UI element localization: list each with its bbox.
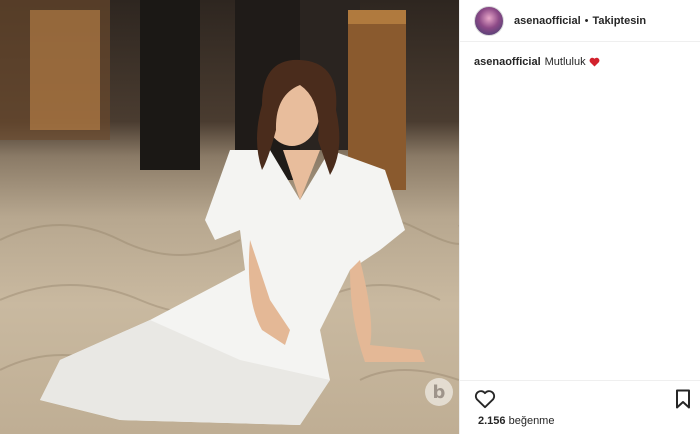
red-heart-emoji-icon: [589, 57, 600, 67]
post-photo[interactable]: [0, 0, 459, 434]
likes-number: 2.156: [478, 415, 506, 427]
post-caption: asenaofficial Mutluluk: [474, 56, 600, 68]
likes-label: beğenme: [508, 415, 555, 427]
bookmark-icon[interactable]: [675, 389, 691, 409]
header-username[interactable]: asenaofficial: [514, 15, 581, 27]
post-header: asenaofficial • Takiptesin: [460, 0, 700, 42]
watermark-logo: b: [425, 378, 453, 406]
heart-outline-icon[interactable]: [474, 389, 496, 409]
follow-status[interactable]: Takiptesin: [593, 15, 647, 27]
avatar[interactable]: [474, 5, 504, 36]
post-actions: 2.156 beğenme: [460, 380, 700, 434]
header-separator: •: [584, 14, 589, 27]
post-photo-illustration: [0, 0, 459, 425]
post-side-panel: asenaofficial • Takiptesin asenaofficial…: [459, 0, 700, 434]
caption-username[interactable]: asenaofficial: [474, 56, 541, 68]
likes-count[interactable]: 2.156 beğenme: [478, 415, 554, 427]
caption-text: Mutluluk: [544, 56, 586, 68]
header-text: asenaofficial • Takiptesin: [514, 15, 646, 27]
